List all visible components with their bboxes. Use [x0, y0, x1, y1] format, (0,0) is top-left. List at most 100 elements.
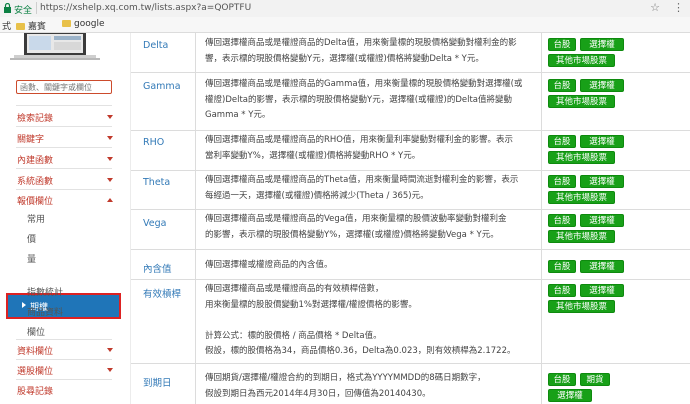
chevron-down-icon[interactable] [107, 115, 113, 119]
sidebar-search-input[interactable] [16, 80, 112, 94]
option-button[interactable]: 選擇權 [580, 38, 624, 51]
option-button[interactable]: 選擇權 [580, 175, 624, 188]
table-row: 內含值 傳回選擇權或權證商品的內含值。 台股 選擇權 [131, 249, 690, 280]
function-name-link[interactable]: Delta [143, 40, 168, 51]
divider [16, 168, 112, 169]
sidebar-subitem-fields[interactable]: 欄位 [27, 325, 45, 338]
description-line: 權證)Delta的影響，表示標的現股價格變動Y元，選擇權(或權證)的Delta值… [205, 94, 512, 105]
sidebar-item-history[interactable]: 檢索記錄 [17, 111, 53, 124]
sidebar-subitem-product-info[interactable]: 商品資料 [27, 305, 63, 318]
column-divider [195, 363, 196, 404]
stock-button[interactable]: 台股 [548, 284, 576, 297]
function-name-link[interactable]: Theta [143, 177, 170, 188]
divider [16, 147, 112, 148]
futures-button[interactable]: 期貨 [580, 373, 610, 386]
option-button[interactable]: 選擇權 [580, 214, 624, 227]
sidebar-subitem-options[interactable]: 期權 [8, 295, 119, 317]
divider [16, 359, 112, 360]
menu-icon[interactable]: ⋮ [673, 1, 684, 14]
option-button[interactable]: 選擇權 [580, 284, 624, 297]
column-divider [195, 279, 196, 363]
chevron-up-icon[interactable] [107, 198, 113, 202]
function-description: 傳回選擇權或權證商品的內含值。 [205, 258, 535, 274]
function-name-link[interactable]: 到期日 [143, 375, 172, 389]
column-divider [541, 249, 542, 279]
bookmark-apps[interactable]: 式 [2, 19, 11, 32]
description-line: 計算公式：標的股價格 / 商品價格 * Delta值。 [205, 330, 382, 341]
function-name-link[interactable]: Vega [143, 218, 166, 229]
sidebar-item-quote-fields[interactable]: 報價欄位 [17, 194, 53, 207]
sidebar-subitem-volume[interactable]: 量 [27, 252, 36, 265]
other-market-button[interactable]: 其他市場股票 [548, 300, 615, 313]
function-description: 傳回選擇權商品或是權證商品的Theta值，用來衡量時間流逝對權利金的影響，表示 … [205, 173, 535, 204]
sidebar-subitem-common[interactable]: 常用 [27, 212, 45, 225]
function-description: 傳回選擇權商品或是權證商品的Vega值，用來衡量標的股價波動率變動對權利金 的影… [205, 212, 535, 243]
chevron-down-icon[interactable] [107, 157, 113, 161]
chevron-down-icon[interactable] [107, 368, 113, 372]
sidebar-item-keywords[interactable]: 關鍵字 [17, 132, 44, 145]
stock-button[interactable]: 台股 [548, 175, 576, 188]
description-line: 傳回選擇權商品或是權證商品的Gamma值，用來衡量標的現股價格變動對選擇權(或 [205, 79, 523, 89]
option-button[interactable]: 選擇權 [580, 260, 624, 273]
table-row: Theta 傳回選擇權商品或是權證商品的Theta值，用來衡量時間流逝對權利金的… [131, 170, 690, 210]
function-table: Delta 傳回選擇權商品或是權證商品的Delta值，用來衡量標的現股價格變動對… [131, 33, 690, 404]
other-market-button[interactable]: 其他市場股票 [548, 54, 615, 67]
function-name-link[interactable]: RHO [143, 137, 164, 148]
stock-button[interactable]: 台股 [548, 79, 576, 92]
sidebar-item-system-functions[interactable]: 系統函數 [17, 174, 53, 187]
sidebar-item-builtin-functions[interactable]: 內建函數 [17, 153, 53, 166]
function-description: 傳回選擇權商品或是權證商品的有效槓桿倍數， 用來衡量標的股股價變動1%對選擇權/… [205, 282, 535, 360]
function-name-link[interactable]: 有效槓桿 [143, 286, 181, 300]
highlight-box: 期權 [6, 293, 121, 319]
stock-button[interactable]: 台股 [548, 260, 576, 273]
sidebar-subitem-price[interactable]: 價 [27, 232, 36, 245]
stock-button[interactable]: 台股 [548, 214, 576, 227]
option-button[interactable]: 選擇權 [580, 79, 624, 92]
column-divider [195, 33, 196, 72]
other-market-button[interactable]: 其他市場股票 [548, 230, 615, 243]
column-divider [541, 130, 542, 170]
description-line: 的影響，表示標的現股價格變動Y%，選擇權(或權證)價格將變動Vega * Y元。 [205, 229, 499, 240]
sidebar: 檢索記錄 關鍵字 內建函數 系統函數 報價欄位 常用 價 量 期權 指數統計 商… [0, 33, 131, 404]
description-line [205, 313, 535, 329]
chevron-down-icon[interactable] [107, 136, 113, 140]
lock-icon [4, 3, 11, 13]
other-market-button[interactable]: 其他市場股票 [548, 95, 615, 108]
sidebar-item-data-fields[interactable]: 資料欄位 [17, 344, 53, 357]
bookmarks-bar: 式 嘉賓 google [0, 17, 690, 33]
description-line: 用來衡量標的股股價變動1%對選擇權/權證價格的影響。 [205, 299, 417, 310]
column-divider [541, 72, 542, 130]
description-line: Gamma * Y元。 [205, 110, 271, 120]
sidebar-subitem-index-stats[interactable]: 指數統計 [27, 285, 63, 298]
url-input[interactable]: https://xshelp.xq.com.tw/lists.aspx?a=QO… [40, 3, 251, 13]
function-description: 傳回選擇權商品或是權證商品的Delta值，用來衡量標的現股價格變動對權利金的影 … [205, 36, 535, 67]
chevron-down-icon[interactable] [107, 348, 113, 352]
description-line: 傳回選擇權商品或是權證商品的有效槓桿倍數， [205, 284, 384, 294]
description-line: 傳回選擇權或權證商品的內含值。 [205, 260, 333, 270]
stock-button[interactable]: 台股 [548, 135, 576, 148]
option-button[interactable]: 選擇權 [548, 389, 592, 402]
description-line: 響，表示標的現股價格變動Y元，選擇權(或權證)價格將變動Delta * Y元。 [205, 53, 484, 64]
bookmark-google[interactable]: google [62, 19, 104, 29]
stock-button[interactable]: 台股 [548, 38, 576, 51]
chevron-down-icon[interactable] [107, 178, 113, 182]
function-name-link[interactable]: 內含值 [143, 261, 172, 275]
sidebar-item-search-records[interactable]: 股尋記錄 [17, 384, 53, 397]
folder-icon [16, 23, 25, 30]
bookmark-guest[interactable]: 嘉賓 [16, 19, 46, 32]
function-name-link[interactable]: Gamma [143, 81, 181, 92]
other-market-button[interactable]: 其他市場股票 [548, 191, 615, 204]
description-line: 傳回期貨/選擇權/權證合約的到期日，格式為YYYYMMDD的8碼日期數字， [205, 373, 486, 383]
bookmark-star-icon[interactable]: ☆ [650, 1, 660, 14]
bookmark-google-label: google [74, 19, 105, 29]
column-divider [541, 33, 542, 72]
function-description: 傳回期貨/選擇權/權證合約的到期日，格式為YYYYMMDD的8碼日期數字， 假設… [205, 371, 535, 402]
description-line: 傳回選擇權商品或是權證商品的Delta值，用來衡量標的現股價格變動對權利金的影 [205, 38, 517, 48]
description-line: 每經過一天，選擇權(或權證)價格將減少(Theta / 365)元。 [205, 190, 429, 201]
option-button[interactable]: 選擇權 [580, 135, 624, 148]
stock-button[interactable]: 台股 [548, 373, 576, 386]
other-market-button[interactable]: 其他市場股票 [548, 151, 615, 164]
table-row: RHO 傳回選擇權商品或是權證商品的RHO值，用來衡量利率變動對權利金的影響。表… [131, 130, 690, 171]
divider [16, 379, 112, 380]
sidebar-item-screener-fields[interactable]: 選股欄位 [17, 364, 53, 377]
